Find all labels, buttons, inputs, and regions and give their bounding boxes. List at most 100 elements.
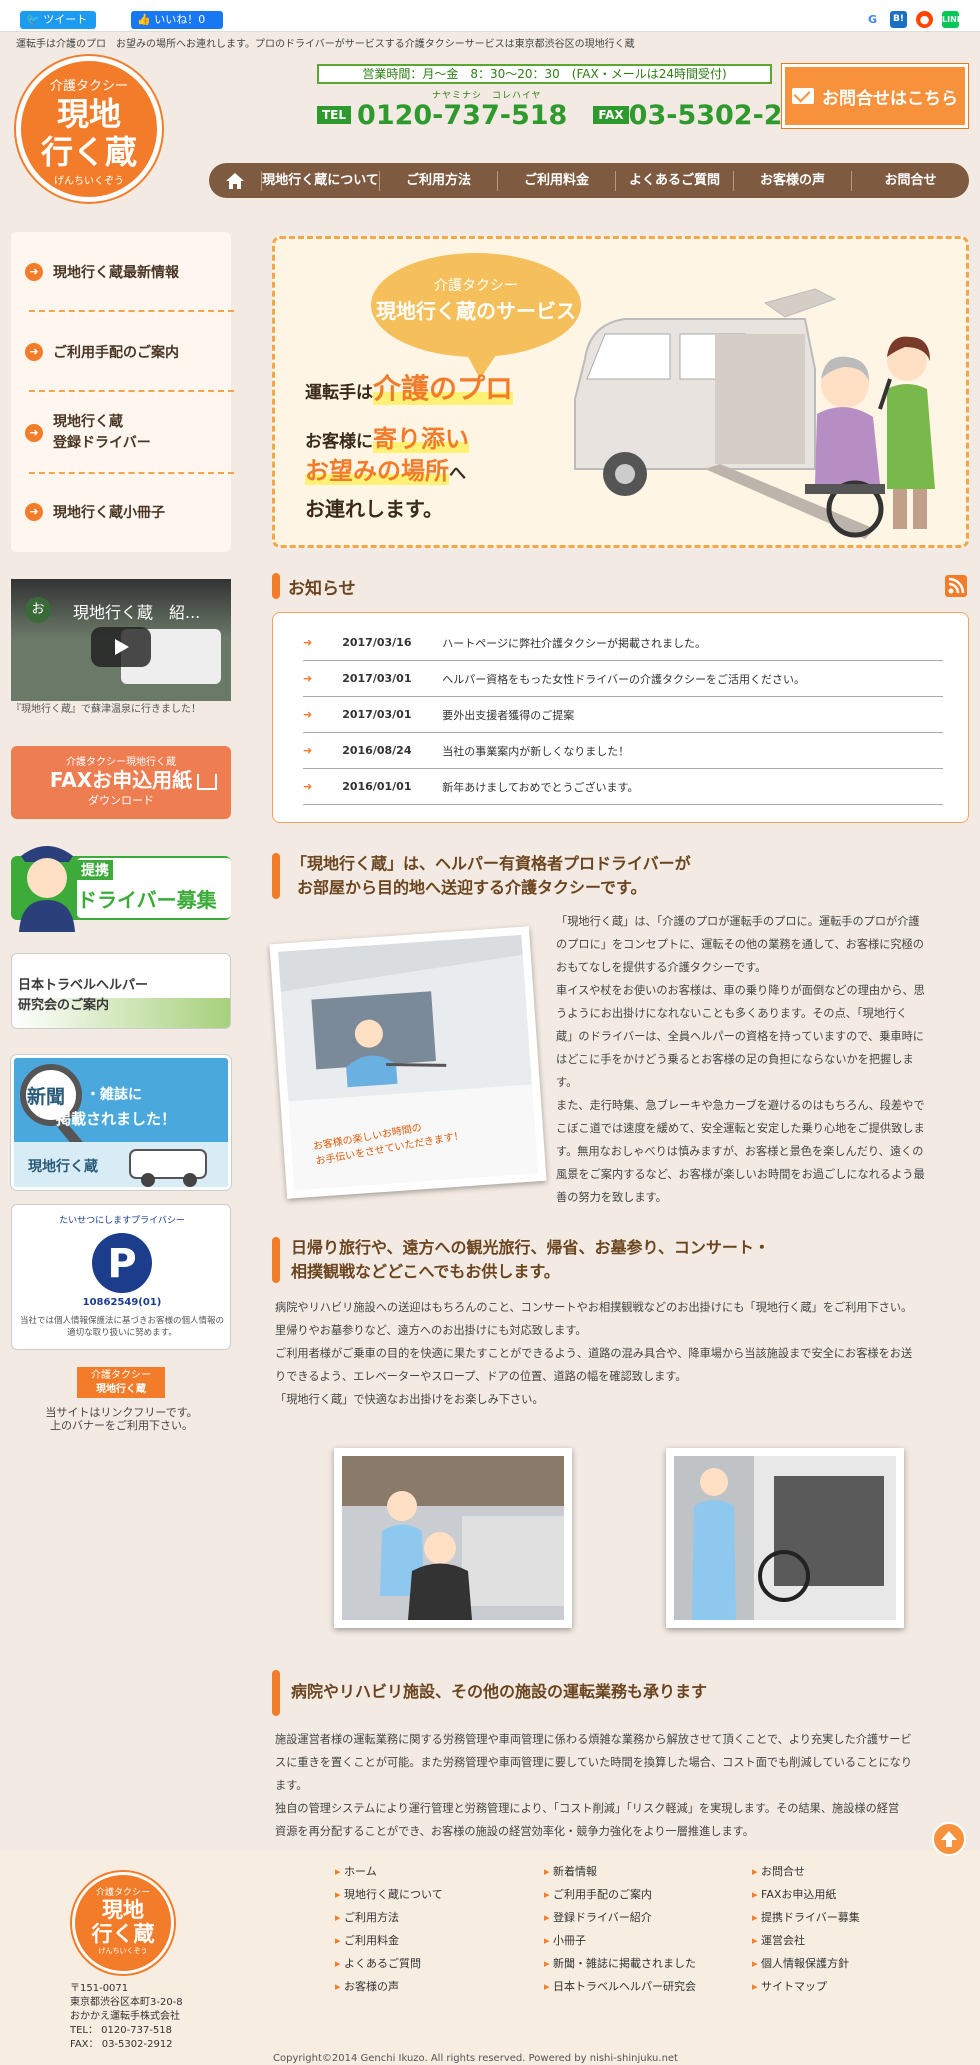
text-line: す。無用なおしゃべりは慎みますが、お客様と景色を楽しんだり、遠くの <box>556 1145 924 1158</box>
news-item[interactable]: ➜ 2016/08/24 当社の事業案内が新しくなりました！ <box>303 733 943 769</box>
photo-wheelchair-2 <box>666 1448 904 1628</box>
arrow-icon: ➜ <box>303 780 313 793</box>
text-line: また、走行時集、急ブレーキや急カーブを避けるのはもちろん、段差やで <box>556 1099 925 1112</box>
footer-link[interactable]: 個人情報保護方針 <box>752 1955 849 1971</box>
footer-link[interactable]: サイトマップ <box>752 1978 827 1994</box>
address-line: FAX： 03-5302-2912 <box>70 2039 173 2050</box>
footer-link[interactable]: 小冊子 <box>544 1932 586 1948</box>
nav-contact[interactable]: お問合せ <box>851 170 969 191</box>
text-line: うようにお出掛けになれないことも多くあります。その点、「現地行く <box>556 1007 908 1020</box>
logo-kana: げんちいくぞう <box>98 1947 148 1955</box>
footer-link[interactable]: お問合せ <box>752 1863 805 1879</box>
arrow-right-icon: ➜ <box>25 503 43 521</box>
like-label: いいね！0 <box>154 13 206 26</box>
news-title: お知らせ <box>288 578 356 599</box>
footer-link[interactable]: 新聞・雑誌に掲載されました <box>544 1955 696 1971</box>
nav-usage[interactable]: ご利用方法 <box>379 170 497 191</box>
footer-link[interactable]: FAXお申込用紙 <box>752 1886 836 1902</box>
side-item-label: ご利用手配のご案内 <box>53 345 179 361</box>
footer-link[interactable]: お客様の声 <box>335 1978 399 1994</box>
side-item-drivers[interactable]: ➜ 現地行く蔵 登録ドライバー <box>25 412 151 454</box>
svg-text:P: P <box>107 1241 136 1287</box>
news-text: 当社の事業案内が新しくなりました！ <box>442 744 630 758</box>
text-line: はどこに手をかけどう乗るとお客様の足の負担にならないかを把握しま <box>556 1053 914 1066</box>
footer-link[interactable]: 現地行く蔵について <box>335 1886 443 1902</box>
google-icon[interactable]: G <box>864 11 881 28</box>
side-item-booklet[interactable]: ➜ 現地行く蔵小冊子 <box>25 502 165 522</box>
news-item[interactable]: ➜ 2016/01/01 新年あけましておめでとうございます。 <box>303 769 943 805</box>
footer-link[interactable]: ご利用手配のご案内 <box>544 1886 652 1902</box>
hero-highlight: 介護のプロ <box>373 372 514 405</box>
side-item-label: 現地行く蔵 <box>53 414 123 430</box>
driver-recruit-banner[interactable]: 提携 ドライバー募集 <box>11 834 231 932</box>
footer-link[interactable]: ホーム <box>335 1863 377 1879</box>
footer-link[interactable]: ご利用方法 <box>335 1909 399 1925</box>
text-line: 善の努力を致します。 <box>556 1191 667 1204</box>
newspaper-banner[interactable]: 新聞 ・雑誌に 掲載されました！ 現地行く蔵 <box>11 1055 231 1190</box>
footer-logo[interactable]: 介護タクシー 現地 行く蔵 げんちいくぞう <box>72 1872 174 1974</box>
play-icon[interactable] <box>91 627 151 667</box>
text-line: 病院やリハビリ施設への送迎はもちろんのこと、コンサートやお相撲観戦などのお出掛け… <box>275 1301 913 1314</box>
facebook-like-button[interactable]: 👍 いいね！0 <box>131 11 223 29</box>
text-line: こぼこ道では速度を緩めて、安全運転と安定した乗り心地をご提供致しま <box>556 1122 925 1135</box>
footer-link[interactable]: 登録ドライバー紹介 <box>544 1909 652 1925</box>
section-bar <box>272 1670 280 1716</box>
nav-voice[interactable]: お客様の声 <box>733 170 851 191</box>
news-item[interactable]: ➜ 2017/03/01 要外出支援者獲得のご提案 <box>303 697 943 733</box>
fax-form-banner[interactable]: 介護タクシー現地行く蔵 FAXお申込用紙 ダウンロード <box>11 746 231 819</box>
main-nav: 現地行く蔵について ご利用方法 ご利用料金 よくあるご質問 お客様の声 お問合せ <box>209 163 969 198</box>
privacy-mark[interactable]: P たいせつにしますプライバシー 10862549(01) 当社では個人情報保護… <box>11 1204 231 1350</box>
section2-title-2: 相撲観戦などどこへでもお供します。 <box>291 1262 560 1281</box>
contact-label: お問合せはこちら <box>822 88 958 109</box>
nav-price[interactable]: ご利用料金 <box>497 170 615 191</box>
nav-faq[interactable]: よくあるご質問 <box>615 170 733 191</box>
news-item[interactable]: ➜ 2017/03/01 ヘルパー資格をもった女性ドライバーの介護タクシーをご活用く… <box>303 661 943 697</box>
text-line: ご利用者様がご乗車の目的を快適に果たすことができるよう、道路の混み具合や、降車場… <box>275 1347 913 1360</box>
tweet-button[interactable]: 🐦 ツイート <box>20 11 96 29</box>
footer-link[interactable]: 提携ドライバー募集 <box>752 1909 860 1925</box>
rss-icon[interactable] <box>945 575 967 597</box>
address-line: 東京都渋谷区本町3-20-8 <box>70 1997 183 2008</box>
footer-link[interactable]: ご利用料金 <box>335 1932 399 1948</box>
logo-top: 介護タクシー <box>49 79 128 94</box>
side-item-news[interactable]: ➜ 現地行く蔵最新情報 <box>25 262 179 282</box>
site-logo[interactable]: 介護タクシー 現地 行く蔵 げんちいくぞう <box>16 56 162 202</box>
text-line: 里帰りやお墓参りなど、遠方へのお出掛けにも対応致します。 <box>275 1324 587 1337</box>
footer-link[interactable]: 運営会社 <box>752 1932 805 1948</box>
hero-text: へ <box>449 464 466 484</box>
fax-banner-small: 介護タクシー現地行く蔵 <box>66 757 176 768</box>
youtube-video[interactable]: お 現地行く蔵 紹... <box>11 579 231 701</box>
back-to-top-icon[interactable] <box>932 1822 966 1856</box>
side-item-arrange[interactable]: ➜ ご利用手配のご案内 <box>25 342 179 362</box>
travel-helper-banner[interactable]: 日本トラベルヘルパー 研究会のご案内 <box>11 953 231 1029</box>
travel-banner-line-2: 研究会のご案内 <box>18 998 110 1013</box>
newspaper-text-3: 現地行く蔵 <box>28 1159 98 1175</box>
section1-title-2: お部屋から目的地へ送迎する介護タクシーです。 <box>297 878 647 897</box>
text-line: りできるよう、エレベーターやスロープ、ドアの位置、道路の幅を確認致します。 <box>275 1370 687 1383</box>
small-logo-banner[interactable]: 介護タクシー 現地行く蔵 <box>77 1367 165 1398</box>
news-heading: お知らせ <box>272 573 356 599</box>
news-date: 2017/03/01 <box>342 672 412 685</box>
arrow-icon: ➜ <box>303 672 313 685</box>
small-banner-line-1: 介護タクシー <box>91 1370 151 1381</box>
section-bar <box>272 853 280 899</box>
footer-link[interactable]: 新着情報 <box>544 1863 597 1879</box>
driver-icon <box>19 846 75 932</box>
hero-highlight: 寄り添い <box>373 425 469 453</box>
news-text: 要外出支援者獲得のご提案 <box>442 708 575 722</box>
news-item[interactable]: ➜ 2017/03/16 ハートページに弊社介護タクシーが掲載されました。 <box>303 625 943 661</box>
hatena-icon[interactable]: B! <box>890 11 907 28</box>
footer-link[interactable]: よくあるご質問 <box>335 1955 421 1971</box>
section2-text: 病院やリハビリ施設への送迎はもちろんのこと、コンサートやお相撲観戦などのお出掛け… <box>275 1296 970 1411</box>
nav-about[interactable]: 現地行く蔵について <box>261 170 379 191</box>
news-date: 2016/08/24 <box>342 744 412 757</box>
logo-kana: げんちいくぞう <box>54 176 124 187</box>
tel-number[interactable]: 0120-737-518 <box>357 100 567 131</box>
hero-text: 運転手は <box>305 383 373 403</box>
home-icon[interactable] <box>209 163 261 198</box>
arrow-right-icon: ➜ <box>25 424 43 442</box>
line-icon[interactable]: LINE <box>942 11 962 28</box>
footer-link[interactable]: 日本トラベルヘルパー研究会 <box>544 1978 696 1994</box>
contact-button[interactable]: お問合せはこちら <box>782 64 968 128</box>
reddit-icon[interactable]: ● <box>916 11 933 28</box>
